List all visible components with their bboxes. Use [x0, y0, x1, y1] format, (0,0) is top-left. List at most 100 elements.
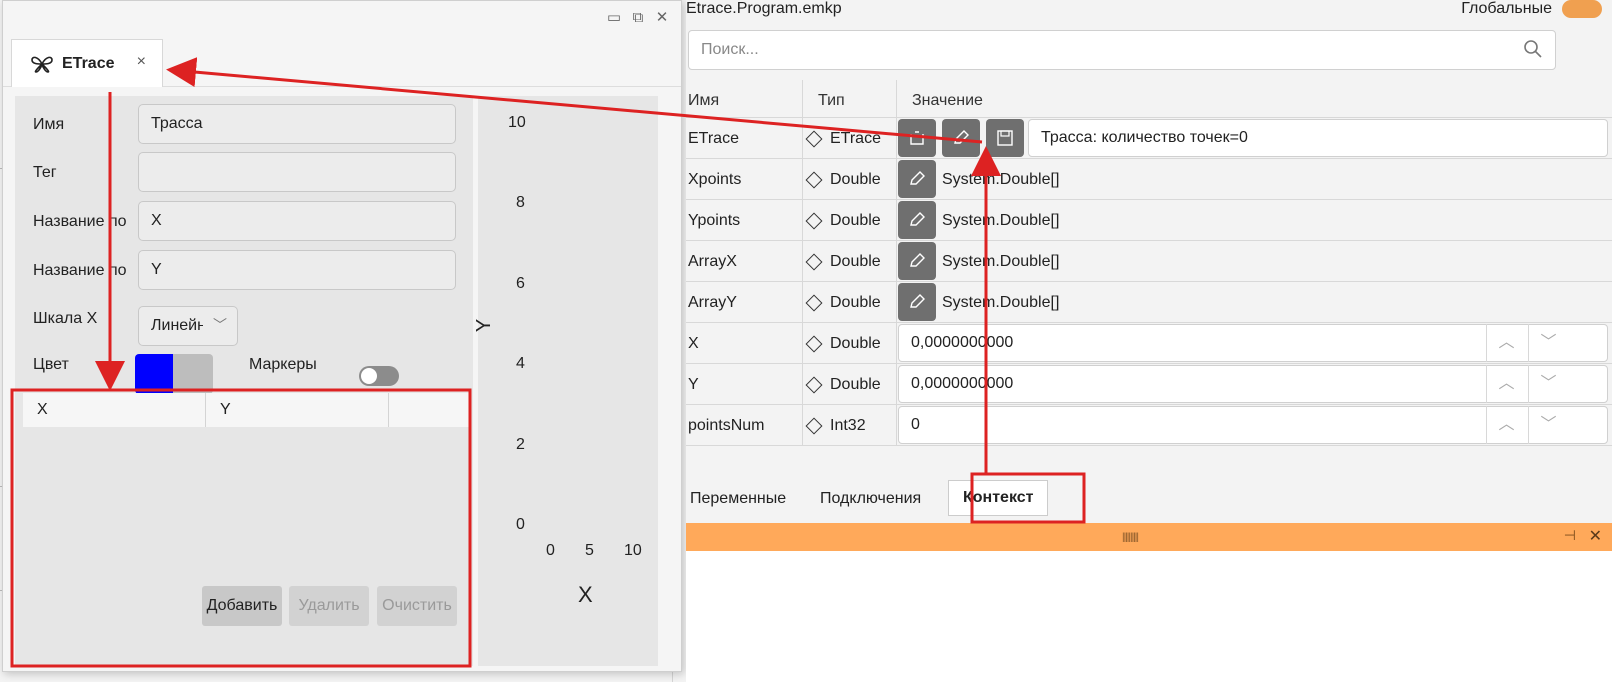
- tag-label: Тег: [33, 164, 57, 181]
- row-type-text: Double: [830, 171, 881, 188]
- open-button[interactable]: [898, 119, 936, 157]
- table-row[interactable]: Ypoints Double System.Double[]: [686, 200, 1612, 241]
- drag-grip-icon[interactable]: ||||||||||: [1122, 532, 1139, 543]
- tab-close-icon[interactable]: ×: [137, 53, 146, 71]
- toggle-knob: [361, 368, 377, 384]
- row-name: ArrayY: [688, 294, 737, 311]
- tab-connections[interactable]: Подключения: [820, 490, 921, 508]
- col-type[interactable]: Тип: [818, 92, 845, 110]
- row-name: Xpoints: [688, 171, 742, 188]
- maximize-icon[interactable]: ▭: [605, 9, 623, 27]
- row-name: pointsNum: [688, 417, 765, 434]
- color-picker[interactable]: [135, 354, 213, 394]
- properties-panel: Имя Трасса Тег Название по X Название по…: [15, 96, 473, 666]
- program-title: Etrace.Program.emkp: [686, 0, 842, 17]
- points-grid-header: X Y: [23, 393, 471, 427]
- col-value[interactable]: Значение: [912, 92, 983, 110]
- row-value: System.Double[]: [942, 253, 1060, 270]
- row-type-text: Double: [830, 335, 881, 352]
- delete-button[interactable]: Удалить: [289, 586, 369, 626]
- y-tick-label: 10: [508, 114, 526, 131]
- x-tick-label: 10: [624, 542, 642, 559]
- save-icon: [997, 130, 1013, 146]
- table-row[interactable]: Y Double 0,0000000000 ︿ ﹀: [686, 364, 1612, 405]
- x-axis-label: X: [578, 582, 593, 607]
- row-type-text: Int32: [830, 417, 866, 434]
- partial-row: [686, 446, 1612, 472]
- spin-down-icon[interactable]: ﹀: [1528, 324, 1568, 362]
- table-row[interactable]: X Double 0,0000000000 ︿ ﹀: [686, 323, 1612, 364]
- row-type-text: Double: [830, 212, 881, 229]
- row-type-text: Double: [830, 376, 881, 393]
- row-value[interactable]: Трасса: количество точек=0: [1028, 119, 1608, 157]
- row-value: System.Double[]: [942, 171, 1060, 188]
- diamond-icon: [805, 212, 823, 230]
- search-input[interactable]: Поиск...: [688, 30, 1556, 70]
- row-name: ETrace: [688, 130, 739, 147]
- scale-x-value: Линейная: [151, 317, 203, 334]
- row-type: Double: [805, 335, 881, 353]
- name-field[interactable]: Трасса: [138, 104, 456, 144]
- table-row[interactable]: ArrayY Double System.Double[]: [686, 282, 1612, 323]
- spin-down-icon[interactable]: ﹀: [1528, 365, 1568, 403]
- row-value: System.Double[]: [942, 212, 1060, 229]
- spin-down-icon[interactable]: ﹀: [1528, 406, 1568, 444]
- color-label: Цвет: [33, 356, 69, 373]
- tab-context[interactable]: Контекст: [948, 480, 1049, 516]
- table-row[interactable]: Xpoints Double System.Double[]: [686, 159, 1612, 200]
- diamond-icon: [805, 376, 823, 394]
- x-axis-name-field[interactable]: X: [138, 201, 456, 241]
- y-axis-name-field[interactable]: Y: [138, 250, 456, 290]
- row-type-text: Double: [830, 253, 881, 270]
- tab-label: ETrace: [62, 54, 115, 72]
- row-value: System.Double[]: [942, 294, 1060, 311]
- diamond-icon: [805, 253, 823, 271]
- scale-x-select[interactable]: Линейная ﹀: [138, 306, 238, 346]
- table-row[interactable]: pointsNum Int32 0 ︿ ﹀: [686, 405, 1612, 446]
- edit-button[interactable]: [898, 283, 936, 321]
- y-tick-label: 0: [516, 516, 525, 533]
- row-type: Double: [805, 212, 881, 230]
- add-button[interactable]: Добавить: [202, 586, 282, 626]
- row-type: Double: [805, 376, 881, 394]
- etrace-window: ▭ ⧉ ✕ ETrace × Имя Трасса Тег Название п…: [2, 0, 682, 672]
- edit-button[interactable]: [898, 160, 936, 198]
- tab-variables[interactable]: Переменные: [690, 490, 786, 508]
- row-type: Double: [805, 171, 881, 189]
- row-name: Y: [688, 376, 699, 393]
- clear-button[interactable]: Очистить: [377, 586, 457, 626]
- dock-panel-header[interactable]: |||||||||| ⊣ ✕: [686, 523, 1612, 551]
- edit-button[interactable]: [942, 119, 980, 157]
- close-icon[interactable]: ✕: [653, 9, 671, 27]
- restore-icon[interactable]: ⧉: [629, 9, 647, 27]
- tab-etrace[interactable]: ETrace ×: [11, 39, 163, 87]
- row-type-text: ETrace: [830, 130, 881, 147]
- diamond-icon: [805, 171, 823, 189]
- tag-field[interactable]: [138, 152, 456, 192]
- spin-up-icon[interactable]: ︿: [1486, 365, 1526, 403]
- table-row[interactable]: ArrayX Double System.Double[]: [686, 241, 1612, 282]
- grid-col-y[interactable]: Y: [206, 393, 389, 427]
- markers-toggle[interactable]: [359, 366, 399, 386]
- grid-col-x[interactable]: X: [23, 393, 206, 427]
- close-icon[interactable]: ✕: [1589, 526, 1602, 546]
- diamond-icon: [805, 335, 823, 353]
- save-button[interactable]: [986, 119, 1024, 157]
- spin-up-icon[interactable]: ︿: [1486, 406, 1526, 444]
- search-icon[interactable]: [1523, 39, 1543, 59]
- edit-button[interactable]: [898, 242, 936, 280]
- butterfly-icon: [31, 56, 53, 73]
- table-row[interactable]: ETrace ETrace Трасса: количество точек=0: [686, 118, 1612, 159]
- pin-icon[interactable]: ⊣: [1564, 527, 1576, 544]
- color-swatch-secondary: [173, 354, 213, 394]
- edit-button[interactable]: [898, 201, 936, 239]
- window-controls: ▭ ⧉ ✕: [605, 9, 671, 27]
- row-type: ETrace: [805, 130, 881, 148]
- col-name[interactable]: Имя: [688, 92, 719, 110]
- global-label: Глобальные: [1461, 0, 1552, 17]
- global-toggle[interactable]: [1562, 0, 1602, 18]
- diamond-icon: [805, 294, 823, 312]
- x-axis-name-label: Название по: [33, 213, 127, 230]
- spin-up-icon[interactable]: ︿: [1486, 324, 1526, 362]
- row-name: X: [688, 335, 699, 352]
